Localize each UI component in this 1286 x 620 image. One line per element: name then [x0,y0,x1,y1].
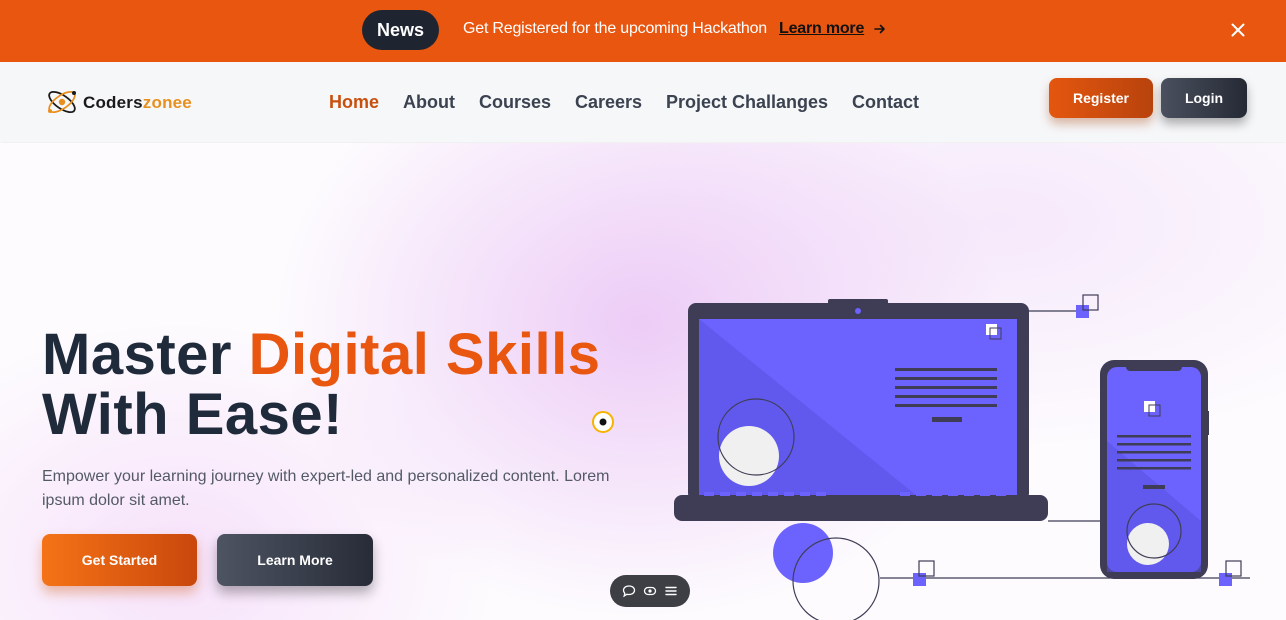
learn-more-link[interactable]: Learn more [779,20,864,38]
devices-illustration [674,294,1250,620]
eye-icon[interactable] [642,583,658,599]
hero-section: Master Digital Skills With Ease! Empower… [0,143,1286,620]
chat-icon[interactable] [621,583,637,599]
register-button[interactable]: Register [1049,78,1153,118]
nav-about[interactable]: About [403,92,455,113]
menu-icon[interactable] [663,583,679,599]
arrow-right-icon[interactable] [873,22,887,36]
logo-text-accent: zonee [142,93,192,112]
close-announcement-button[interactable] [1228,20,1248,40]
announcement-text: Get Registered for the upcoming Hackatho… [463,20,767,37]
learn-more-button[interactable]: Learn More [217,534,373,586]
nav-project-challanges[interactable]: Project Challanges [666,92,828,113]
hero-title-line-2: With Ease! [42,382,343,447]
close-icon [1231,23,1245,37]
nav-courses[interactable]: Courses [479,92,551,113]
nav-contact[interactable]: Contact [852,92,919,113]
hero-title: Master Digital Skills With Ease! [42,325,600,445]
hero-title-accent: Digital Skills [248,322,601,387]
hero-title-plain: Master [42,322,249,387]
get-started-button[interactable]: Get Started [42,534,197,586]
decorative-dot-icon [592,411,614,433]
announcement-bar: News Get Registered for the upcoming Hac… [0,0,1286,62]
floating-toolbar [610,575,690,607]
atom-icon[interactable] [44,84,80,120]
nav-home[interactable]: Home [329,92,379,113]
hero-subtitle: Empower your learning journey with exper… [42,468,610,509]
logo-text[interactable]: Coderszonee [83,93,192,113]
login-button[interactable]: Login [1161,78,1247,118]
nav-careers[interactable]: Careers [575,92,642,113]
logo-text-primary: Coders [83,93,143,112]
site-header: Coderszonee Home About Courses Careers P… [0,62,1286,142]
news-badge: News [362,10,439,50]
